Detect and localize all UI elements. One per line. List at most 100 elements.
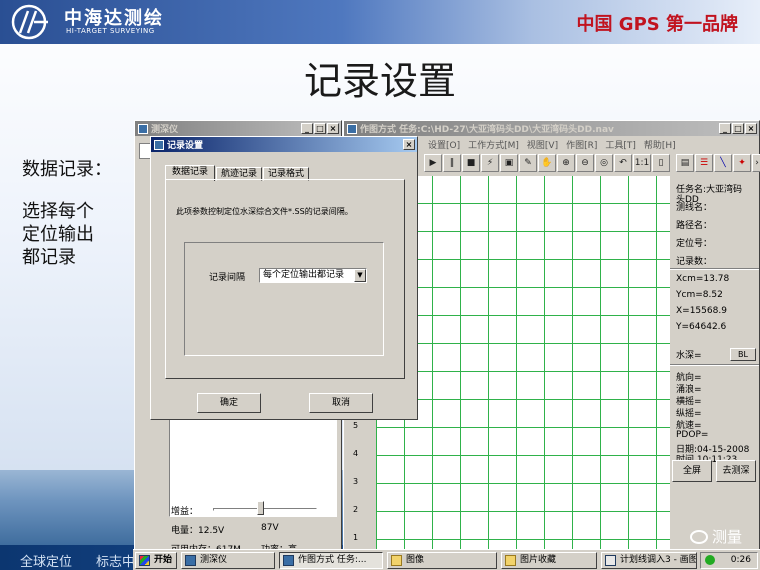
list-icon[interactable]: ☰ xyxy=(695,154,713,172)
y-axis-label-3: 3 xyxy=(353,477,359,486)
chevron-down-icon[interactable]: ▼ xyxy=(354,269,366,282)
bl-button[interactable]: BL xyxy=(730,348,756,361)
play-icon[interactable]: ▶ xyxy=(424,154,442,172)
plot-menubar: 设置[O] 工作方式[M] 视图[V] 作图[R] 工具[T] 帮助[H] xyxy=(422,138,676,152)
menu-view[interactable]: 视图[V] xyxy=(527,138,558,152)
gain-label: 增益： xyxy=(171,507,199,517)
zoom-out-icon[interactable]: ⊖ xyxy=(576,154,594,172)
folder-icon xyxy=(391,555,402,566)
menu-help[interactable]: 帮助[H] xyxy=(644,138,676,152)
record-count: 记录数： xyxy=(676,257,713,267)
ok-button[interactable]: 确定 xyxy=(197,393,261,413)
voltage-label: 电量：12.5V xyxy=(171,526,225,536)
stop-icon[interactable]: ■ xyxy=(462,154,480,172)
slide-title: 记录设置 xyxy=(303,59,456,103)
left-heading: 数据记录： xyxy=(22,159,112,180)
menu-settings[interactable]: 设置[O] xyxy=(428,138,460,152)
target-icon[interactable]: ✦ xyxy=(733,154,751,172)
task-images-folder[interactable]: 图像 xyxy=(387,552,497,569)
left-line-1: 选择每个 xyxy=(22,201,94,222)
page-icon[interactable]: ▯ xyxy=(652,154,670,172)
band-item-1: 全球定位 xyxy=(20,555,73,570)
paint-icon xyxy=(605,555,616,566)
one-to-one-icon[interactable]: 1:1 xyxy=(633,154,651,172)
tab-panel: 此项参数控制定位水深综合文件*.SS的记录间隔。 记录间隔 每个定位输出都记录 … xyxy=(165,179,405,379)
tray-network-icon[interactable] xyxy=(705,555,715,565)
ycm-value: Ycm=8.52 xyxy=(676,290,723,300)
task-label: 图像 xyxy=(406,555,425,565)
fullscreen-button[interactable]: 全屏 xyxy=(672,460,712,482)
gain-slider-thumb[interactable] xyxy=(256,501,264,515)
app-icon xyxy=(138,123,148,134)
plot-grid[interactable] xyxy=(376,176,670,550)
taskbar: 开始 测深仪 作图方式 任务:... 图像 图片收藏 计划线调入3 - 画图 0… xyxy=(133,549,760,570)
left-line-3: 都记录 xyxy=(22,247,76,268)
survey-line-name: 测线名： xyxy=(676,203,713,213)
pdop-value: PDOP= xyxy=(676,430,709,440)
record-settings-dialog[interactable]: 记录设置 × 数据记录 航迹记录 记录格式 此项参数控制定位水深综合文件*.SS… xyxy=(150,136,418,420)
interval-label: 记录间隔 xyxy=(209,273,246,283)
dialog-title: 记录设置 xyxy=(167,141,204,151)
slide-header: 中海达测绘 HI-TARGET SURVEYING 中国 GPS 第一品牌 xyxy=(0,0,760,44)
route-name: 路径名： xyxy=(676,221,713,231)
task-plot-mode[interactable]: 作图方式 任务:... xyxy=(279,552,383,569)
depth-window-title: 测深仪 xyxy=(151,125,179,135)
task-picture-collection[interactable]: 图片收藏 xyxy=(501,552,597,569)
go-depth-button[interactable]: 去测深 xyxy=(716,460,756,482)
system-tray: 0:26 xyxy=(700,552,758,569)
windows-flag-icon xyxy=(139,555,150,566)
watermark: 测量 xyxy=(689,526,742,547)
menu-tools[interactable]: 工具[T] xyxy=(605,138,636,152)
wechat-icon xyxy=(689,529,708,544)
menu-plot[interactable]: 作图[R] xyxy=(566,138,597,152)
app-icon xyxy=(185,555,196,566)
gain-slider-track[interactable] xyxy=(213,508,317,511)
record-icon[interactable]: ⚡ xyxy=(481,154,499,172)
start-button[interactable]: 开始 xyxy=(135,552,177,569)
line-icon[interactable]: ╲ xyxy=(714,154,732,172)
close-button[interactable]: × xyxy=(745,123,757,134)
clock: 0:26 xyxy=(730,555,751,565)
record-interval-description: 此项参数控制定位水深综合文件*.SS的记录间隔。 xyxy=(176,207,353,216)
table-icon[interactable]: ▤ xyxy=(676,154,694,172)
task-paint[interactable]: 计划线调入3 - 画图 xyxy=(601,552,697,569)
hand-icon[interactable]: ✋ xyxy=(538,154,556,172)
pause-icon[interactable]: ‖ xyxy=(443,154,461,172)
start-label: 开始 xyxy=(154,555,173,565)
info-separator xyxy=(670,364,759,366)
band-item-2: 标志中 xyxy=(96,555,136,570)
x-value: X=15568.9 xyxy=(676,306,727,316)
maximize-button[interactable]: □ xyxy=(314,123,326,134)
pen-icon[interactable]: ✎ xyxy=(519,154,537,172)
task-depth-sounder[interactable]: 测深仪 xyxy=(181,552,275,569)
task-label: 图片收藏 xyxy=(520,555,557,565)
depth-window-list[interactable] xyxy=(169,417,337,517)
plot-window-title: 作图方式 任务:C:\HD-27\大亚湾码头DD\大亚湾码头DD.nav xyxy=(360,125,614,135)
y-value: Y=64642.6 xyxy=(676,322,727,332)
task-label: 测深仪 xyxy=(200,555,228,565)
minimize-button[interactable]: _ xyxy=(719,123,731,134)
menu-work-mode[interactable]: 工作方式[M] xyxy=(468,138,519,152)
dialog-close-button[interactable]: × xyxy=(403,139,415,150)
lock-icon[interactable]: ▣ xyxy=(500,154,518,172)
zoom-prev-icon[interactable]: ↶ xyxy=(614,154,632,172)
plot-window-titlebar[interactable]: 作图方式 任务:C:\HD-27\大亚湾码头DD\大亚湾码头DD.nav xyxy=(344,121,759,136)
info-panel: 任务名:大亚湾码 头DD 测线名： 路径名： 定位号： 记录数： Xcm=13.… xyxy=(670,176,759,550)
cancel-button[interactable]: 取消 xyxy=(309,393,373,413)
task-label: 作图方式 任务:... xyxy=(298,555,367,565)
company-name-en: HI-TARGET SURVEYING xyxy=(66,27,155,35)
interval-select[interactable]: 每个定位输出都记录 ▼ xyxy=(259,268,367,283)
minimize-button[interactable]: _ xyxy=(301,123,313,134)
y-axis-label-1: 1 xyxy=(353,533,359,542)
maximize-button[interactable]: □ xyxy=(732,123,744,134)
zoom-in-icon[interactable]: ⊕ xyxy=(557,154,575,172)
app-icon xyxy=(347,123,357,134)
xcm-value: Xcm=13.78 xyxy=(676,274,730,284)
y-axis-label-4: 4 xyxy=(353,449,359,458)
dialog-titlebar[interactable]: 记录设置 xyxy=(151,137,417,152)
zoom-all-icon[interactable]: ◎ xyxy=(595,154,613,172)
interval-groupbox: 记录间隔 每个定位输出都记录 ▼ xyxy=(184,242,384,356)
more-icon[interactable]: › xyxy=(752,154,760,172)
close-button[interactable]: × xyxy=(327,123,339,134)
voltage-value: 87V xyxy=(261,523,279,533)
